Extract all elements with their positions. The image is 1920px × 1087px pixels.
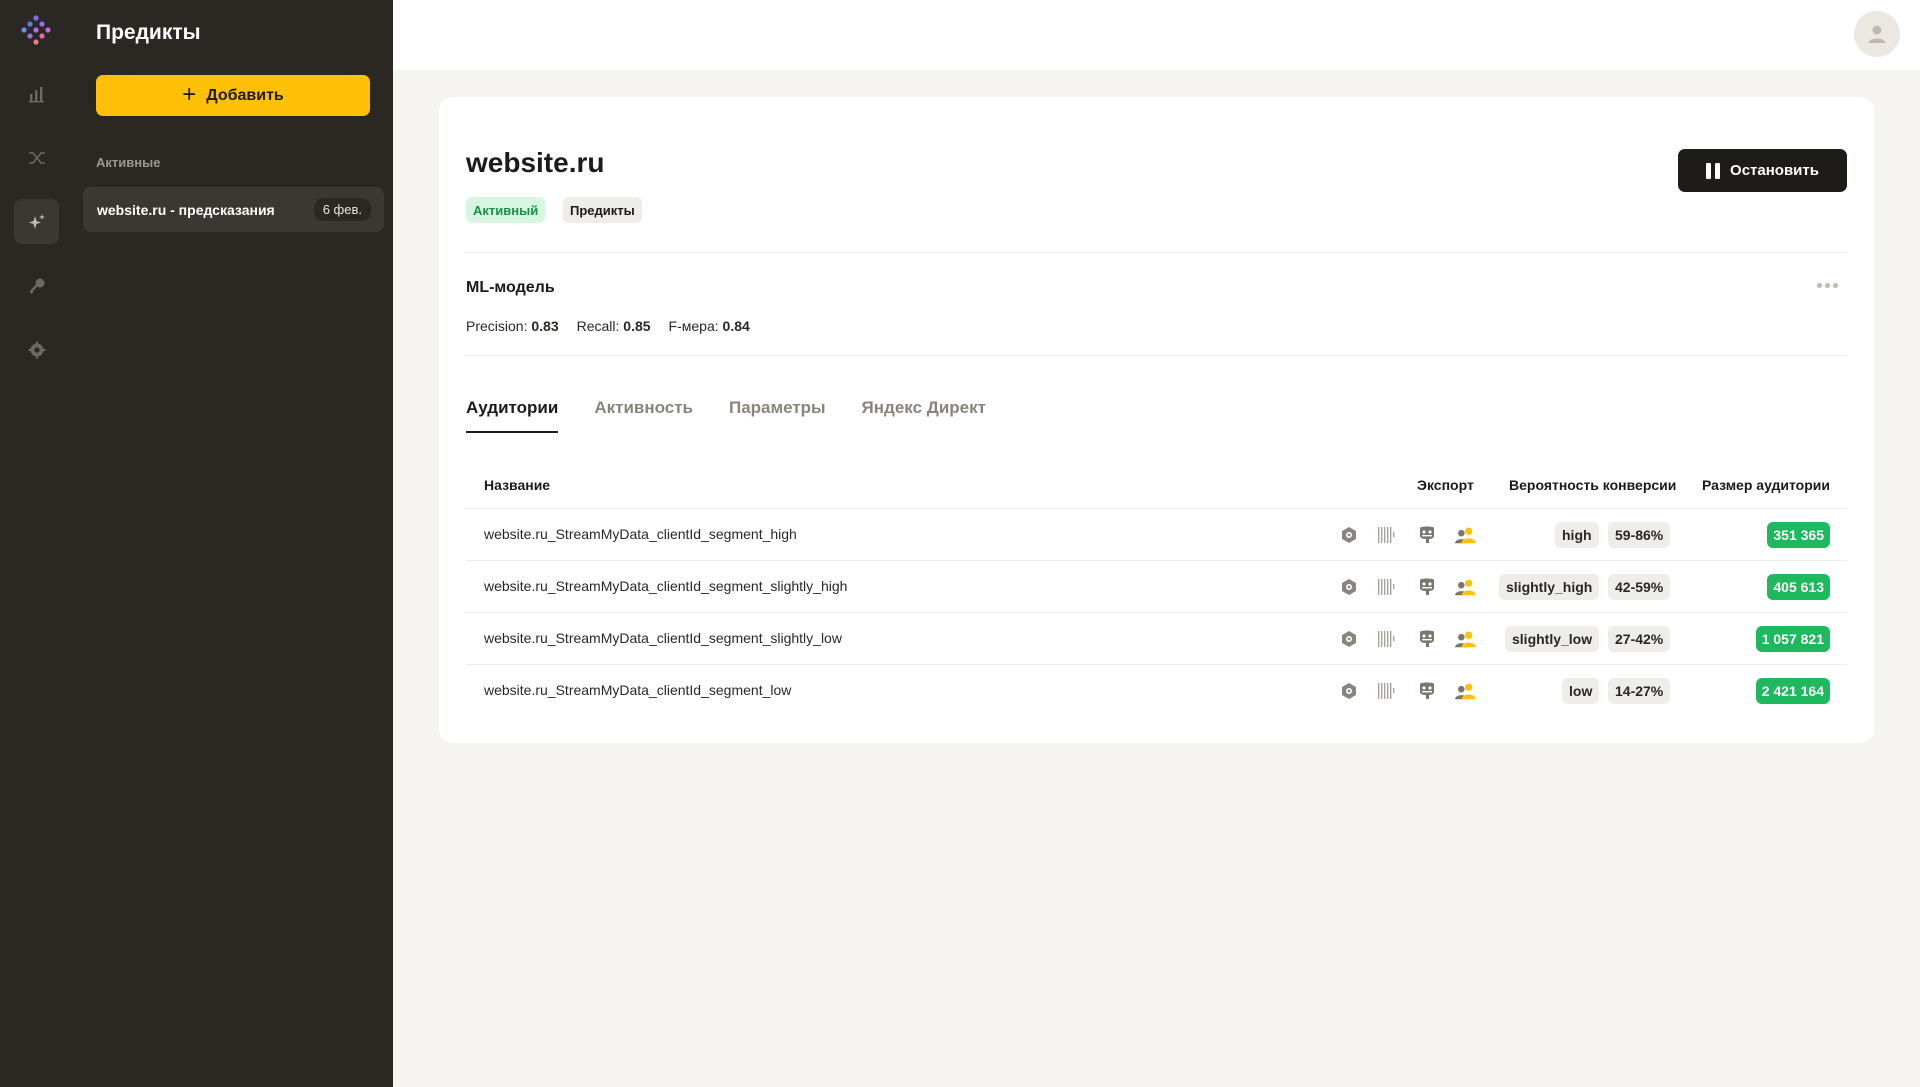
nav-predicts[interactable]: [14, 199, 59, 244]
sidebar-title: Предикты: [96, 21, 201, 44]
add-button-label: Добавить: [206, 86, 284, 104]
probability-range-badge: 59-86%: [1608, 522, 1671, 548]
barcode-export-icon[interactable]: [1376, 524, 1398, 546]
section-label-active: Активные: [96, 155, 161, 170]
table-body: website.ru_StreamMyData_clientId_segment…: [466, 509, 1847, 717]
sidebar-item-date: 6 фев.: [313, 198, 371, 221]
segment-badge: low: [1562, 678, 1600, 704]
audience-name: website.ru_StreamMyData_clientId_segment…: [484, 578, 848, 594]
icon-rail: [0, 0, 72, 1087]
page-title: website.ru: [466, 147, 605, 178]
bar-chart-icon: [28, 86, 44, 102]
main-card: website.ru Активный Предикты Остановить …: [439, 97, 1874, 743]
gear-export-icon[interactable]: [1338, 680, 1360, 702]
database-export-icon[interactable]: [1416, 680, 1438, 702]
sidebar: Предикты + Добавить Активные website.ru …: [72, 0, 393, 1087]
divider: [466, 252, 1847, 253]
audience-name: website.ru_StreamMyData_clientId_segment…: [484, 526, 797, 542]
table-row[interactable]: website.ru_StreamMyData_clientId_segment…: [466, 509, 1847, 561]
nav-integrations[interactable]: [14, 135, 59, 180]
column-size: Размер аудитории: [1701, 477, 1830, 493]
table-header: Название Экспорт Вероятность конверсии Р…: [466, 463, 1847, 509]
database-export-icon[interactable]: [1416, 524, 1438, 546]
logo-icon[interactable]: [18, 12, 54, 48]
barcode-export-icon[interactable]: [1376, 628, 1398, 650]
model-title: ML-модель: [466, 279, 555, 296]
audience-table: Название Экспорт Вероятность конверсии Р…: [466, 463, 1847, 717]
barcode-export-icon[interactable]: [1376, 680, 1398, 702]
avatar[interactable]: [1854, 11, 1900, 57]
probability-range-badge: 42-59%: [1608, 574, 1671, 600]
barcode-export-icon[interactable]: [1376, 576, 1398, 598]
column-name: Название: [484, 477, 551, 493]
segment-badge: slightly_high: [1499, 574, 1600, 600]
pause-icon: [1706, 162, 1721, 179]
probability-range-badge: 27-42%: [1608, 626, 1671, 652]
audience-export-icon[interactable]: [1454, 628, 1476, 650]
segment-badge: high: [1555, 522, 1599, 548]
nav-analytics[interactable]: [14, 71, 59, 116]
gear-export-icon[interactable]: [1338, 524, 1360, 546]
sidebar-item-name: website.ru - предсказания: [97, 201, 275, 218]
sidebar-item-predict[interactable]: website.ru - предсказания 6 фев.: [83, 187, 384, 232]
column-export: Экспорт: [1417, 477, 1474, 493]
table-row[interactable]: website.ru_StreamMyData_clientId_segment…: [466, 561, 1847, 613]
audience-export-icon[interactable]: [1454, 576, 1476, 598]
gear-export-icon[interactable]: [1338, 628, 1360, 650]
table-row[interactable]: website.ru_StreamMyData_clientId_segment…: [466, 665, 1847, 717]
model-metrics: Precision: 0.83 Recall: 0.85 F-мера: 0.8…: [466, 318, 750, 334]
plus-icon: +: [182, 80, 197, 108]
audience-size-badge: 1 057 821: [1755, 626, 1830, 652]
column-probability: Вероятность конверсии: [1509, 477, 1677, 493]
metric-precision: Precision: 0.83: [466, 318, 559, 334]
database-export-icon[interactable]: [1416, 628, 1438, 650]
audience-export-icon[interactable]: [1454, 680, 1476, 702]
audience-name: website.ru_StreamMyData_clientId_segment…: [484, 630, 842, 646]
audience-size-badge: 405 613: [1767, 574, 1830, 600]
probability-range-badge: 14-27%: [1608, 678, 1671, 704]
tab-activity[interactable]: Активность: [594, 398, 693, 433]
top-bar: [393, 0, 1920, 70]
tab-parameters[interactable]: Параметры: [729, 398, 826, 433]
stop-button[interactable]: Остановить: [1678, 149, 1847, 192]
key-icon: [29, 278, 44, 294]
merge-icon: [28, 151, 45, 164]
nav-keys[interactable]: [14, 263, 59, 308]
gear-export-icon[interactable]: [1338, 576, 1360, 598]
tab-yandex-direct[interactable]: Яндекс Директ: [862, 398, 986, 433]
nav-settings[interactable]: [14, 327, 59, 372]
sparkles-icon: [28, 213, 45, 229]
segment-badge: slightly_low: [1505, 626, 1600, 652]
stop-button-label: Остановить: [1730, 162, 1819, 179]
tabs: Аудитории Активность Параметры Яндекс Ди…: [466, 398, 986, 433]
database-export-icon[interactable]: [1416, 576, 1438, 598]
add-button[interactable]: + Добавить: [96, 75, 370, 116]
audience-name: website.ru_StreamMyData_clientId_segment…: [484, 682, 792, 698]
audience-export-icon[interactable]: [1454, 524, 1476, 546]
audience-size-badge: 2 421 164: [1755, 678, 1830, 704]
status-badge: Активный: [466, 197, 546, 223]
metric-recall: Recall: 0.85: [576, 318, 651, 334]
user-icon: [1868, 25, 1886, 43]
divider: [466, 355, 1847, 356]
audience-size-badge: 351 365: [1767, 522, 1830, 548]
metric-f-measure: F-мера: 0.84: [668, 318, 750, 334]
table-row[interactable]: website.ru_StreamMyData_clientId_segment…: [466, 613, 1847, 665]
tab-audiences[interactable]: Аудитории: [466, 398, 559, 433]
gear-icon: [28, 341, 45, 358]
more-menu-icon[interactable]: [1817, 283, 1838, 288]
type-badge: Предикты: [563, 197, 642, 223]
